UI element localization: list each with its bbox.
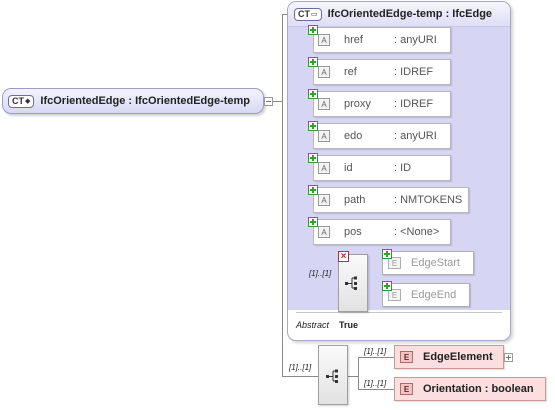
outer-sequence-compositor[interactable] [318,345,348,405]
complex-type-icon: CT ▭ [294,7,322,21]
attribute-icon: A [318,130,330,142]
add-icon[interactable] [382,281,392,291]
attribute-name: id [344,162,353,174]
sequence-icon [345,276,357,290]
edgeelement-cardinality: [1]..[1] [364,347,387,356]
add-icon[interactable] [308,121,318,131]
attribute-type: : anyURI [394,34,437,46]
connector-outer-mid [348,376,358,377]
inner-sequence-cardinality: [1]..[1] [309,269,332,278]
root-type-label: IfcOrientedEdge : IfcOrientedEdge-temp [40,95,251,107]
attribute-pos[interactable]: A pos : <None> [313,219,451,245]
attribute-name: ref [344,66,357,78]
attribute-name: proxy [344,98,371,110]
attribute-type: : NMTOKENS [394,194,463,206]
connector-edgeelement [358,357,394,358]
remove-icon[interactable]: × [338,251,349,262]
expand-toggle[interactable] [504,353,513,362]
sequence-icon [326,369,338,383]
attribute-type: : ID [394,162,412,174]
attribute-name: edo [344,130,363,142]
base-type-label: IfcOrientedEdge-temp : IfcEdge [327,8,493,20]
element-edgeelement[interactable]: E EdgeElement [394,345,504,369]
outer-sequence-cardinality: [1]..[1] [289,363,312,372]
add-icon[interactable] [308,89,318,99]
element-name: Orientation : boolean [423,383,534,395]
attribute-edo[interactable]: A edo : anyURI [313,123,451,149]
connector-to-outer-seq [282,376,318,377]
abstract-key: Abstract [296,320,330,330]
attribute-type: : IDREF [394,98,434,110]
connector-orientation [358,389,394,390]
element-edgestart[interactable]: E EdgeStart [382,251,474,275]
element-name: EdgeEnd [411,289,457,301]
orientation-cardinality: [1]..[1] [364,379,387,388]
element-icon: E [400,383,413,395]
add-icon[interactable] [308,185,318,195]
inner-sequence-compositor[interactable] [338,254,368,312]
base-type-header[interactable]: CT ▭ IfcOrientedEdge-temp : IfcEdge [288,2,510,27]
abstract-value: True [339,320,359,330]
attribute-type: : <None> [394,226,440,238]
root-complex-type[interactable]: CT ◆ IfcOrientedEdge : IfcOrientedEdge-te… [2,88,264,114]
element-edgeend[interactable]: E EdgeEnd [382,283,470,307]
add-icon[interactable] [308,217,318,227]
attribute-path[interactable]: A path : NMTOKENS [313,187,469,213]
attribute-icon: A [318,66,330,78]
attribute-icon: A [318,194,330,206]
attribute-id[interactable]: A id : ID [313,155,451,181]
complex-type-icon: CT ◆ [8,94,35,108]
connector-trunk [282,14,283,377]
attribute-icon: A [318,162,330,174]
attribute-name: href [344,34,363,46]
element-name: EdgeElement [423,351,493,363]
attribute-icon: A [318,226,330,238]
add-icon[interactable] [308,57,318,67]
connector-outer-fan [358,357,359,390]
add-icon[interactable] [308,25,318,35]
attribute-href[interactable]: A href : anyURI [313,27,451,53]
collapse-toggle[interactable] [264,97,273,106]
attribute-icon: A [318,34,330,46]
attribute-proxy[interactable]: A proxy : IDREF [313,91,451,117]
element-name: EdgeStart [411,257,460,269]
attribute-type: : IDREF [394,66,434,78]
attribute-name: path [344,194,366,206]
add-icon[interactable] [382,249,392,259]
element-icon: E [400,351,413,363]
attribute-icon: A [318,98,330,110]
attribute-ref[interactable]: A ref : IDREF [313,59,451,85]
abstract-row: Abstract True [296,312,502,337]
element-orientation[interactable]: E Orientation : boolean [394,377,546,401]
attribute-type: : anyURI [394,130,437,142]
attribute-name: pos [344,226,362,238]
add-icon[interactable] [308,153,318,163]
